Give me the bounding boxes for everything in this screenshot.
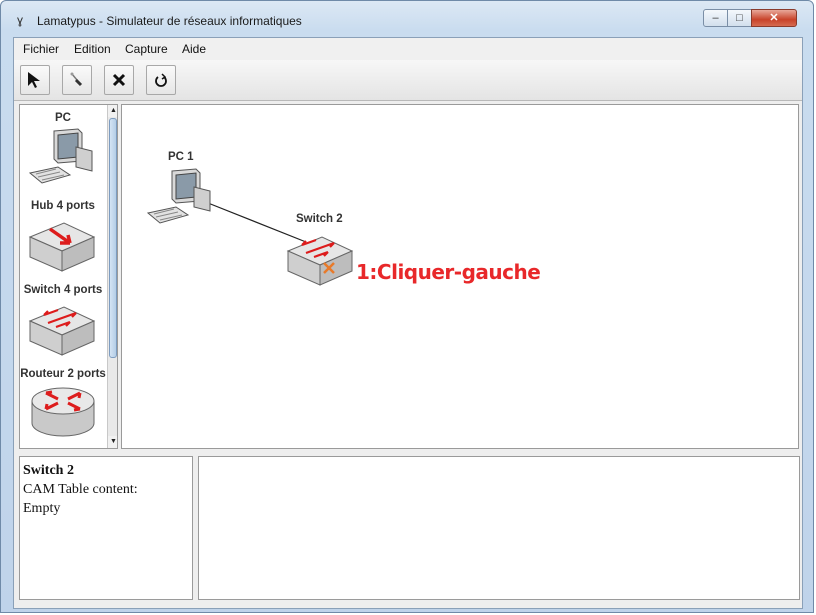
router-icon[interactable] <box>28 383 98 447</box>
info-line-cam: CAM Table content: <box>23 482 138 497</box>
arrow-cursor-icon <box>28 72 40 88</box>
scroll-up-icon[interactable]: ▲ <box>108 105 117 117</box>
menu-capture[interactable]: Capture <box>125 42 168 56</box>
reset-tool-button[interactable] <box>146 65 176 95</box>
menu-fichier[interactable]: Fichier <box>23 42 59 56</box>
cable-connect-icon <box>70 72 83 87</box>
palette-label-hub: Hub 4 ports <box>31 200 95 212</box>
palette-label-router: Routeur 2 ports <box>20 368 106 380</box>
title-bar[interactable]: ɣ Lamatypus - Simulateur de réseaux info… <box>1 1 813 35</box>
info-line-empty: Empty <box>23 501 61 516</box>
toolbar <box>14 60 802 101</box>
palette-scrollbar[interactable]: ▲ ▼ <box>107 105 117 448</box>
switch-icon[interactable] <box>286 231 356 289</box>
hub-icon[interactable] <box>28 217 98 275</box>
scroll-down-icon[interactable]: ▼ <box>108 436 117 448</box>
delete-x-icon <box>112 73 126 87</box>
close-button[interactable]: ✕ <box>751 9 797 27</box>
node-label-pc1: PC 1 <box>168 151 194 163</box>
app-window: ɣ Lamatypus - Simulateur de réseaux info… <box>0 0 814 613</box>
palette-label-switch: Switch 4 ports <box>23 284 103 296</box>
cable-tool-button[interactable] <box>62 65 92 95</box>
minimize-button[interactable]: – <box>703 9 728 27</box>
menu-bar: Fichier Edition Capture Aide <box>14 38 802 61</box>
network-canvas[interactable]: PC 1 Switch 2 1:Cliquer-gauche <box>121 104 799 449</box>
window-title: Lamatypus - Simulateur de réseaux inform… <box>37 14 302 28</box>
menu-edition[interactable]: Edition <box>74 42 111 56</box>
node-label-switch2: Switch 2 <box>296 213 343 225</box>
console-panel <box>198 456 800 600</box>
select-tool-button[interactable] <box>20 65 50 95</box>
menu-aide[interactable]: Aide <box>182 42 206 56</box>
refresh-icon <box>155 73 167 87</box>
client-area: Fichier Edition Capture Aide PC Hub 4 po… <box>13 37 803 609</box>
pc-icon[interactable] <box>146 167 216 231</box>
pc-icon[interactable] <box>28 127 98 191</box>
info-title: Switch 2 <box>23 463 74 478</box>
maximize-button[interactable]: □ <box>727 9 752 27</box>
palette-label-pc: PC <box>55 112 71 124</box>
device-info-panel: Switch 2 CAM Table content: Empty <box>19 456 193 600</box>
lamatypus-icon: ɣ <box>17 13 24 27</box>
delete-tool-button[interactable] <box>104 65 134 95</box>
scroll-thumb[interactable] <box>109 118 117 358</box>
click-annotation: 1:Cliquer-gauche <box>356 260 541 284</box>
device-palette: PC Hub 4 ports Switch 4 ports Routeur 2 … <box>19 104 118 449</box>
switch-icon[interactable] <box>28 301 98 359</box>
